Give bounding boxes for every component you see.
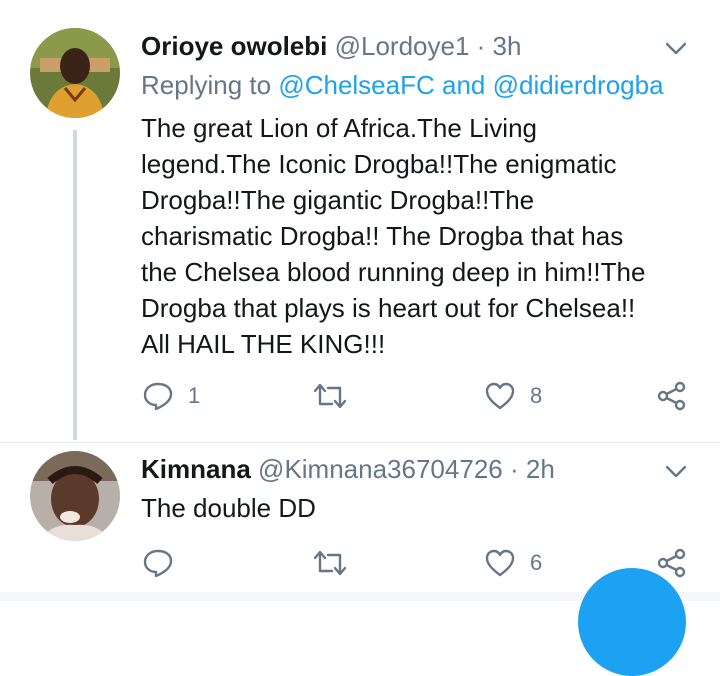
- tweet-text-line: The double DD: [141, 493, 316, 523]
- tweet-text-line: the Chelsea blood running deep in him!!T…: [141, 257, 646, 287]
- avatar[interactable]: [30, 451, 120, 541]
- reply-icon: [143, 549, 173, 578]
- chevron-down-icon[interactable]: [664, 36, 688, 60]
- thread-line: [73, 130, 77, 440]
- mention-link-2[interactable]: @didierdrogba: [493, 70, 664, 100]
- separator-dot: ·: [502, 454, 526, 484]
- tweet-text-line: Drogba that plays is heart out for Chels…: [141, 293, 636, 323]
- tweet-text-line: charismatic Drogba!! The Drogba that has: [141, 221, 624, 251]
- author-name[interactable]: Kimnana: [141, 454, 251, 484]
- author-name[interactable]: Orioye owolebi: [141, 31, 327, 61]
- tweet-text-line: The great Lion of Africa.The Living: [141, 113, 538, 143]
- retweet-icon: [313, 550, 347, 576]
- share-button[interactable]: [656, 380, 688, 412]
- tweet-text-line: legend.The Iconic Drogba!!The enigmatic: [141, 149, 617, 179]
- like-count: 8: [530, 383, 543, 408]
- tweet-text-line: Drogba!!The gigantic Drogba!!The: [141, 185, 535, 215]
- tweet-1[interactable]: Orioye owolebi @Lordoye1 · 3h Replying t…: [0, 0, 720, 440]
- share-button[interactable]: [656, 547, 688, 579]
- reply-count: 1: [188, 383, 201, 408]
- retweet-icon: [313, 383, 347, 409]
- author-handle[interactable]: @Lordoye1: [335, 31, 470, 61]
- reply-icon: [143, 382, 173, 411]
- tweet-time[interactable]: 2h: [526, 454, 555, 484]
- compose-button[interactable]: [578, 568, 686, 676]
- tweet-header: Kimnana @Kimnana36704726 · 2h: [141, 453, 555, 485]
- tweet-text: The double DD: [141, 490, 701, 526]
- replying-to: Replying to @ChelseaFC and @didierdrogba: [141, 70, 664, 101]
- tweet-text-line: All HAIL THE KING!!!: [141, 329, 386, 359]
- like-count: 6: [530, 550, 543, 575]
- chevron-down-icon[interactable]: [664, 459, 688, 483]
- retweet-button[interactable]: [312, 380, 348, 412]
- like-button[interactable]: 6: [484, 547, 542, 579]
- tweet-text: The great Lion of Africa.The Living lege…: [141, 110, 701, 362]
- mention-link-1[interactable]: @ChelseaFC: [278, 70, 434, 100]
- share-icon: [657, 548, 686, 578]
- reply-button[interactable]: 1: [142, 380, 200, 412]
- avatar-photo-icon: [30, 28, 120, 118]
- avatar-photo-icon: [30, 451, 120, 541]
- tweet-header: Orioye owolebi @Lordoye1 · 3h: [141, 30, 521, 62]
- author-handle[interactable]: @Kimnana36704726: [258, 454, 503, 484]
- heart-icon: [485, 549, 515, 577]
- like-button[interactable]: 8: [484, 380, 542, 412]
- replying-and: and: [434, 70, 493, 100]
- avatar[interactable]: [30, 28, 120, 118]
- separator-dot: ·: [469, 31, 493, 61]
- replying-prefix: Replying to: [141, 70, 279, 100]
- heart-icon: [485, 382, 515, 410]
- tweet-time[interactable]: 3h: [493, 31, 522, 61]
- reply-button[interactable]: [142, 547, 174, 579]
- retweet-button[interactable]: [312, 547, 348, 579]
- share-icon: [657, 381, 686, 411]
